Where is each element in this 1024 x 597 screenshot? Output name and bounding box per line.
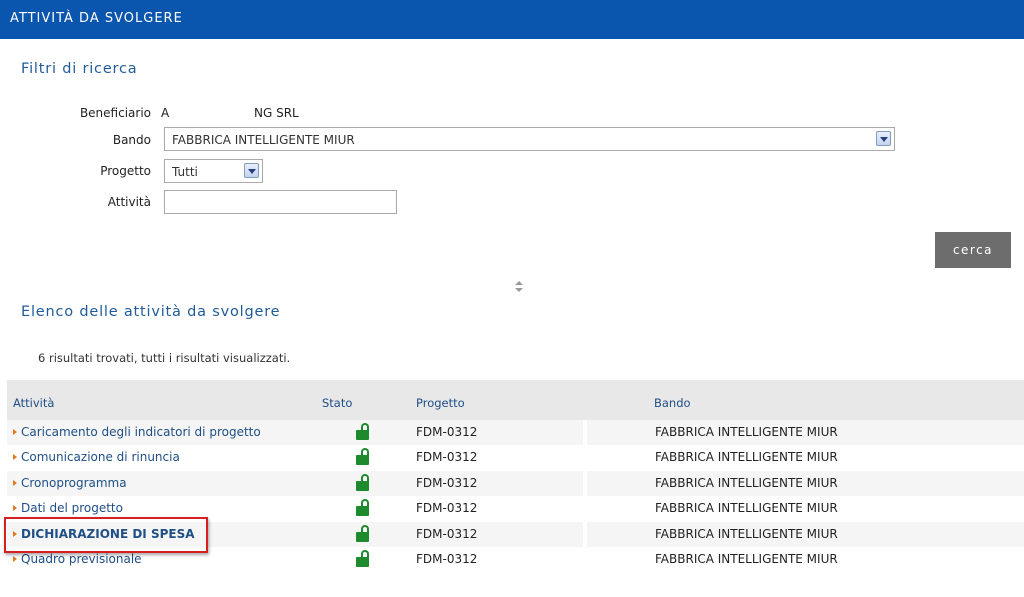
column-header-stato[interactable]: Stato — [322, 396, 352, 410]
attivita-input[interactable] — [164, 190, 397, 214]
activity-link[interactable]: Comunicazione di rinuncia — [13, 450, 180, 464]
chevron-down-icon[interactable] — [244, 163, 259, 178]
bando-select-value: FABBRICA INTELLIGENTE MIUR — [172, 133, 355, 147]
highlight-box — [4, 517, 208, 553]
unlocked-icon — [356, 549, 370, 567]
progetto-label: Progetto — [100, 164, 151, 178]
progetto-cell: FDM-0312 — [416, 551, 478, 566]
results-section-title: Elenco delle attività da svolgere — [21, 304, 281, 320]
bando-label: Bando — [112, 133, 151, 147]
unlocked-icon — [356, 473, 370, 491]
progetto-cell: FDM-0312 — [416, 501, 478, 516]
bando-cell: FABBRICA INTELLIGENTE MIUR — [655, 475, 838, 490]
column-header-progetto[interactable]: Progetto — [416, 396, 465, 410]
bando-cell: FABBRICA INTELLIGENTE MIUR — [655, 551, 838, 566]
activity-link[interactable]: Quadro previsionale — [13, 552, 142, 566]
progetto-cell: FDM-0312 — [416, 425, 478, 439]
table-row: Caricamento degli indicatori di progetto… — [7, 420, 1024, 446]
page-header: Attività da svolgere — [0, 0, 1024, 39]
progetto-cell: FDM-0312 — [416, 526, 478, 541]
progetto-cell: FDM-0312 — [416, 475, 478, 490]
activity-link[interactable]: Cronoprogramma — [13, 476, 127, 490]
chevron-down-icon[interactable] — [876, 131, 891, 146]
column-header-attivita[interactable]: Attività — [13, 396, 54, 410]
bando-cell: FABBRICA INTELLIGENTE MIUR — [655, 501, 838, 516]
bando-cell: FABBRICA INTELLIGENTE MIUR — [655, 450, 838, 465]
results-count: 6 risultati trovati, tutti i risultati v… — [38, 351, 291, 365]
unlocked-icon — [356, 524, 370, 542]
table-header: Attività Stato Progetto Bando — [7, 380, 1024, 420]
table-row: Comunicazione di rinuncia FDM-0312 FABBR… — [7, 445, 1024, 470]
table-row: Cronoprogramma FDM-0312 FABBRICA INTELLI… — [7, 470, 1024, 497]
progetto-cell: FDM-0312 — [416, 450, 478, 465]
activity-link[interactable]: Caricamento degli indicatori di progetto — [13, 425, 261, 439]
activity-link[interactable]: Dati del progetto — [13, 501, 123, 515]
progetto-select[interactable]: Tutti — [164, 159, 263, 183]
filters-section-title: Filtri di ricerca — [21, 61, 138, 77]
beneficiario-label: Beneficiario — [79, 106, 151, 120]
bando-cell: FABBRICA INTELLIGENTE MIUR — [655, 425, 838, 439]
unlocked-icon — [356, 448, 370, 466]
beneficiario-value-start: A — [161, 106, 170, 120]
panel-resize-handle[interactable] — [515, 281, 523, 293]
unlocked-icon — [356, 423, 370, 440]
column-header-bando[interactable]: Bando — [654, 396, 691, 410]
bando-select[interactable]: FABBRICA INTELLIGENTE MIUR — [164, 127, 895, 151]
search-button[interactable]: cerca — [935, 232, 1011, 268]
beneficiario-value-end: NG SRL — [254, 106, 299, 120]
unlocked-icon — [356, 499, 370, 517]
progetto-select-value: Tutti — [172, 165, 198, 179]
page-title: Attività da svolgere — [10, 11, 183, 26]
bando-cell: FABBRICA INTELLIGENTE MIUR — [655, 526, 838, 541]
attivita-label: Attività — [107, 195, 151, 209]
